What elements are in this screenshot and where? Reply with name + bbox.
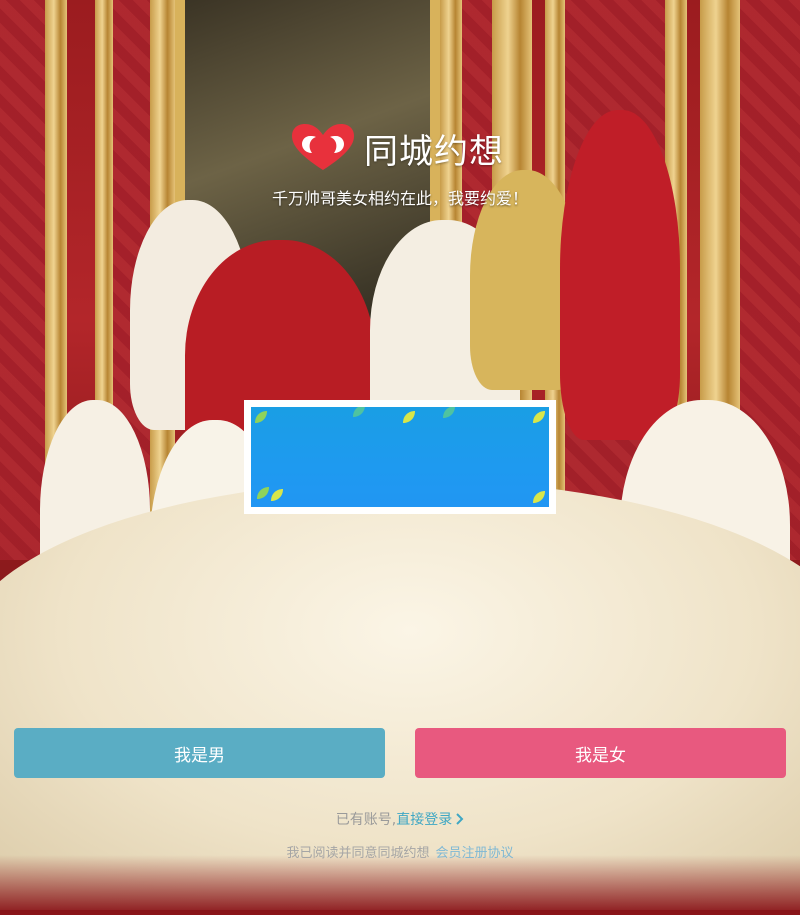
direct-login-link[interactable]: 直接登录 [396, 812, 464, 828]
direct-login-label: 直接登录 [396, 812, 453, 828]
promo-banner [244, 400, 556, 514]
female-button[interactable]: 我是女 [415, 728, 786, 778]
agreement-row: 我已阅读并同意同城约想 会员注册协议 [0, 842, 800, 861]
app-logo: 同城约想 [288, 122, 504, 174]
leaf-icon [443, 407, 455, 418]
leaf-icon [533, 411, 545, 423]
member-agreement-link[interactable]: 会员注册协议 [436, 846, 514, 861]
leaf-icon [271, 489, 283, 501]
tagline: 千万帅哥美女相约在此，我要约爱！ [271, 189, 528, 208]
login-row: 已有账号,直接登录 [0, 809, 800, 829]
leaf-icon [255, 411, 267, 423]
login-prompt: 已有账号, [335, 812, 397, 828]
heart-logo-icon [292, 124, 354, 170]
male-button[interactable]: 我是男 [14, 728, 385, 778]
agreement-prompt: 我已阅读并同意同城约想 [286, 846, 430, 861]
leaf-icon [353, 407, 365, 417]
leaf-icon [403, 411, 415, 423]
leaf-icon [533, 491, 545, 503]
brand-name: 同城约想 [364, 131, 504, 172]
chevron-right-icon [456, 813, 464, 825]
banner-panel [251, 407, 549, 507]
